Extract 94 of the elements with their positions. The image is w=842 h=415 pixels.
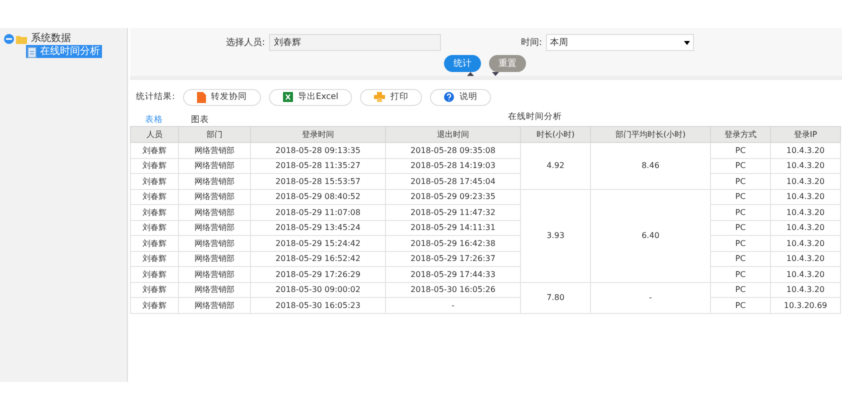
table-cell: 4.92 — [520, 142, 590, 189]
document-icon — [27, 46, 37, 58]
table-cell: 刘春辉 — [130, 220, 178, 236]
table-cell: 网络营销部 — [178, 189, 250, 204]
table-cell: 10.4.3.20 — [770, 189, 840, 204]
table-cell: 刘春辉 — [130, 174, 178, 189]
table-cell: 6.40 — [590, 189, 710, 282]
table-cell: 网络营销部 — [178, 174, 250, 189]
table-cell: PC — [710, 236, 770, 251]
table-cell: 网络营销部 — [178, 220, 250, 236]
table-cell: 2018-05-29 08:40:52 — [250, 189, 386, 204]
table-cell: PC — [710, 220, 770, 236]
column-header: 登录方式 — [710, 126, 770, 142]
print-button[interactable]: 打印 — [360, 88, 422, 106]
column-header: 时长(小时) — [520, 126, 590, 142]
table-cell: 7.80 — [520, 282, 590, 313]
table-cell: 网络营销部 — [178, 298, 250, 313]
person-field[interactable]: 刘春辉 — [269, 34, 442, 51]
table-cell: - — [590, 282, 710, 313]
table-cell: 网络营销部 — [178, 282, 250, 298]
column-header: 部门平均时长(小时) — [590, 126, 710, 142]
table-cell: PC — [710, 174, 770, 189]
column-header: 登录时间 — [250, 126, 386, 142]
table-cell: 网络营销部 — [178, 266, 250, 282]
help-icon — [444, 92, 454, 102]
table-cell: 2018-05-30 16:05:23 — [250, 298, 386, 313]
field-label: 时间: — [521, 36, 542, 49]
column-header: 人员 — [130, 126, 178, 142]
results-label: 统计结果: — [136, 91, 175, 103]
table-cell: 10.4.3.20 — [770, 142, 840, 158]
table-cell: 2018-05-30 16:05:26 — [386, 282, 520, 298]
column-header: 部门 — [178, 126, 250, 142]
table-cell: PC — [710, 189, 770, 204]
table-cell: PC — [710, 142, 770, 158]
table-cell: 网络营销部 — [178, 142, 250, 158]
table-cell: 网络营销部 — [178, 204, 250, 220]
table-cell: 10.4.3.20 — [770, 282, 840, 298]
field-label: 选择人员: — [226, 36, 266, 49]
table-cell: 8.46 — [590, 142, 710, 189]
statistics-button[interactable]: 统计 — [444, 55, 481, 72]
table-cell: 2018-05-30 09:00:02 — [250, 282, 386, 298]
table-cell: 刘春辉 — [130, 298, 178, 313]
table-cell: 刘春辉 — [130, 142, 178, 158]
tab[interactable]: 图表 — [191, 114, 209, 126]
table-cell: 刘春辉 — [130, 236, 178, 251]
column-header: 登录IP — [770, 126, 840, 142]
table-cell: 10.3.20.69 — [770, 298, 840, 313]
table-cell: 2018-05-29 13:45:24 — [250, 220, 386, 236]
table-cell: 10.4.3.20 — [770, 266, 840, 282]
table-cell: 2018-05-28 11:35:27 — [250, 158, 386, 174]
table-cell: PC — [710, 251, 770, 266]
table-cell: 3.93 — [520, 189, 590, 282]
table-cell: 刘春辉 — [130, 251, 178, 266]
table-cell: 2018-05-29 15:24:42 — [250, 236, 386, 251]
forward-button[interactable]: 转发协同 — [182, 88, 261, 106]
table-cell: 2018-05-29 16:52:42 — [250, 251, 386, 266]
folder-icon — [16, 34, 27, 44]
table-cell: 2018-05-28 09:35:08 — [386, 142, 520, 158]
document-icon — [196, 92, 206, 102]
table-cell: 刘春辉 — [130, 158, 178, 174]
table-cell: 刘春辉 — [130, 204, 178, 220]
table-cell: 刘春辉 — [130, 189, 178, 204]
table-cell: 2018-05-28 15:53:57 — [250, 174, 386, 189]
table-title: 在线时间分析 — [508, 110, 562, 122]
table-cell: 2018-05-29 11:07:08 — [250, 204, 386, 220]
column-header: 退出时间 — [386, 126, 520, 142]
table-cell: 网络营销部 — [178, 158, 250, 174]
tree-item[interactable]: 系统数据 — [29, 33, 73, 45]
table-cell: 2018-05-29 09:23:35 — [386, 189, 520, 204]
table-cell: PC — [710, 158, 770, 174]
table-cell: 刘春辉 — [130, 282, 178, 298]
table-cell: PC — [710, 204, 770, 220]
table-cell: 网络营销部 — [178, 236, 250, 251]
table-cell: 10.4.3.20 — [770, 236, 840, 251]
table-cell: PC — [710, 298, 770, 313]
tab[interactable]: 表格 — [145, 114, 163, 126]
table-cell: PC — [710, 266, 770, 282]
table-cell: 10.4.3.20 — [770, 220, 840, 236]
table-cell: 2018-05-28 09:13:35 — [250, 142, 386, 158]
printer-icon — [374, 92, 386, 102]
dropdown-arrow-icon — [684, 40, 690, 44]
table-cell: PC — [710, 282, 770, 298]
help-button[interactable]: 说明 — [430, 88, 492, 106]
table-cell: 10.4.3.20 — [770, 174, 840, 189]
time-dropdown[interactable]: 本周 — [546, 34, 694, 51]
table-cell: 10.4.3.20 — [770, 251, 840, 266]
table-cell: 10.4.3.20 — [770, 158, 840, 174]
table-cell: 2018-05-29 17:26:29 — [250, 266, 386, 282]
table-cell: 网络营销部 — [178, 251, 250, 266]
collapse-icon[interactable] — [4, 34, 14, 44]
spreadsheet-icon — [282, 92, 293, 102]
table-cell: 10.4.3.20 — [770, 204, 840, 220]
export-excel-button[interactable]: 导出Excel — [268, 88, 352, 106]
table-cell: 刘春辉 — [130, 266, 178, 282]
